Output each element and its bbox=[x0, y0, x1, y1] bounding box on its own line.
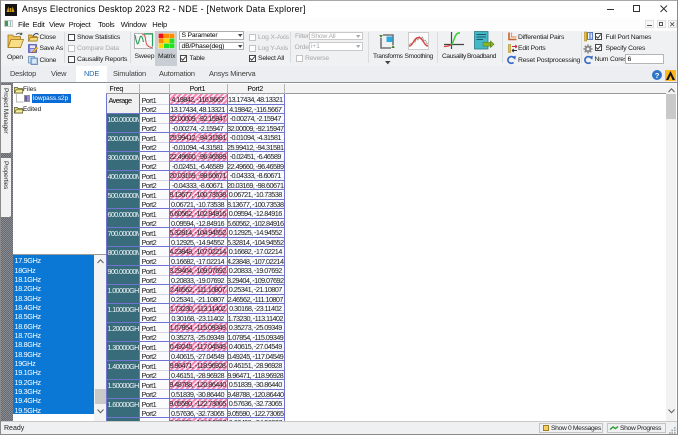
svg-text:?: ? bbox=[655, 71, 660, 80]
